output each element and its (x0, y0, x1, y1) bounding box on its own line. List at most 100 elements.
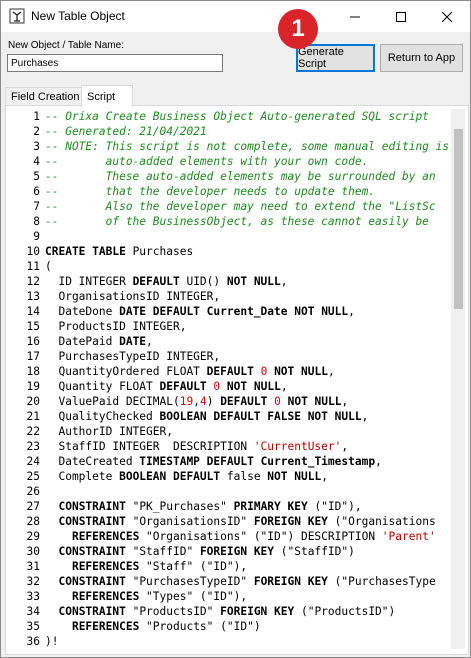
line-number: 10 (26, 245, 40, 258)
code-token: -- Also the developer may need to extend… (45, 200, 436, 213)
code-line: 36)! (9, 634, 59, 649)
code-line: 17 PurchasesTypeID INTEGER, (9, 349, 221, 364)
code-token: FOREIGN KEY (253, 515, 328, 528)
scroll-thumb[interactable] (454, 129, 463, 309)
table-name-input[interactable] (7, 54, 223, 72)
line-number: 34 (26, 605, 40, 618)
code-token: ProductsID INTEGER, (45, 320, 187, 333)
line-number: 2 (33, 125, 40, 138)
line-number: 7 (33, 200, 40, 213)
new-table-object-window: New Table Object New Object / Table Name… (0, 0, 471, 658)
code-line: 1 -- Orixa Create Business Object Auto-ge… (9, 109, 429, 124)
code-token: -- These auto-added elements may be surr… (45, 170, 436, 183)
code-line: 15 ProductsID INTEGER, (9, 319, 187, 334)
script-editor[interactable]: 1 -- Orixa Create Business Object Auto-ge… (9, 109, 451, 649)
code-token: -- Orixa Create Business Object Auto-gen… (45, 110, 429, 123)
code-token: DateDone (45, 305, 120, 318)
code-token: DEFAULT (132, 275, 180, 288)
code-line: 9 (9, 229, 45, 244)
code-token: PurchasesTypeID INTEGER, (45, 350, 221, 363)
code-token: "PK_Purchases" (125, 500, 234, 513)
code-line: 28 CONSTRAINT "OrganisationsID" FOREIGN … (9, 514, 436, 529)
code-token: Quantity FLOAT (45, 380, 160, 393)
code-token: BOOLEAN DEFAULT (119, 470, 221, 483)
code-token: CREATE TABLE (45, 245, 126, 258)
code-token: REFERENCES (71, 590, 140, 603)
code-token: 0 (274, 395, 281, 408)
code-token: NOT NULL (287, 395, 342, 408)
code-line: 3 -- NOTE: This script is not complete, s… (9, 139, 449, 154)
code-line: 11 ( (9, 259, 52, 274)
line-number: 20 (26, 395, 40, 408)
code-token: CONSTRAINT (58, 500, 126, 513)
code-token: DATE DEFAULT (119, 305, 200, 318)
code-token: FOREIGN KEY (199, 545, 275, 558)
code-line: 18 QuantityOrdered FLOAT DEFAULT 0 NOT N… (9, 364, 335, 379)
maximize-icon (396, 11, 406, 22)
code-line: 32 CONSTRAINT "PurchasesTypeID" FOREIGN … (9, 574, 436, 589)
code-token: , (193, 395, 200, 408)
line-number: 9 (33, 230, 40, 243)
line-number: 4 (33, 155, 40, 168)
code-token: CONSTRAINT (58, 575, 126, 588)
code-token: DATE (119, 335, 147, 348)
code-token: , (341, 440, 349, 453)
line-number: 32 (26, 575, 40, 588)
code-token: Current_Date (206, 305, 288, 318)
code-token: , (146, 335, 153, 348)
code-token: false (220, 470, 268, 483)
line-number: 33 (26, 590, 40, 603)
code-line: 30 CONSTRAINT "StaffID" FOREIGN KEY ("St… (9, 544, 355, 559)
close-icon (442, 11, 452, 22)
code-token: AuthorID INTEGER, (45, 425, 173, 438)
code-line: 22 AuthorID INTEGER, (9, 424, 173, 439)
close-button[interactable] (424, 1, 470, 32)
code-token: ) (206, 395, 221, 408)
code-token: StaffID INTEGER DESCRIPTION (45, 440, 254, 453)
code-token: "PurchasesTypeID" (125, 575, 254, 588)
line-number: 26 (26, 485, 40, 498)
vertical-scrollbar[interactable] (451, 109, 465, 649)
code-line: 27 CONSTRAINT "PK_Purchases" PRIMARY KEY… (9, 499, 362, 514)
code-token: Purchases (125, 245, 194, 258)
code-token: -- auto-added elements with your own cod… (45, 155, 369, 168)
generate-script-button[interactable]: Generate Script (296, 44, 375, 72)
tab-script[interactable]: Script (81, 85, 133, 107)
code-token: "ProductsID" (125, 605, 221, 618)
code-line: 21 QualityChecked BOOLEAN DEFAULT FALSE … (9, 409, 369, 424)
code-line: 23 StaffID INTEGER DESCRIPTION 'CurrentU… (9, 439, 349, 454)
tab-field-creation[interactable]: Field Creation (5, 87, 82, 106)
code-token: -- that the developer needs to update th… (45, 185, 376, 198)
code-line: 35 REFERENCES "Products" ("ID") (9, 619, 261, 634)
minimize-button[interactable] (332, 1, 378, 32)
line-number: 14 (26, 305, 40, 318)
code-token: "Types" ("ID"), (139, 590, 248, 603)
code-token: , (348, 305, 355, 318)
line-number: 8 (33, 215, 40, 228)
code-token: , (280, 275, 288, 288)
line-number: 5 (33, 170, 40, 183)
code-token: DEFAULT (159, 380, 207, 393)
code-line: 33 REFERENCES "Types" ("ID"), (9, 589, 248, 604)
code-token: DatePaid (45, 335, 120, 348)
code-token: UID() (179, 275, 227, 288)
line-number: 31 (26, 560, 40, 573)
code-token: )! (45, 635, 59, 648)
code-token: CONSTRAINT (58, 515, 126, 528)
code-token: , (321, 470, 328, 483)
maximize-button[interactable] (378, 1, 424, 32)
line-number: 11 (26, 260, 40, 273)
code-token: Complete (45, 470, 120, 483)
code-token: QualityChecked (45, 410, 160, 423)
line-number: 24 (26, 455, 40, 468)
code-token: OrganisationsID INTEGER, (45, 290, 221, 303)
return-to-app-button[interactable]: Return to App (380, 44, 463, 72)
